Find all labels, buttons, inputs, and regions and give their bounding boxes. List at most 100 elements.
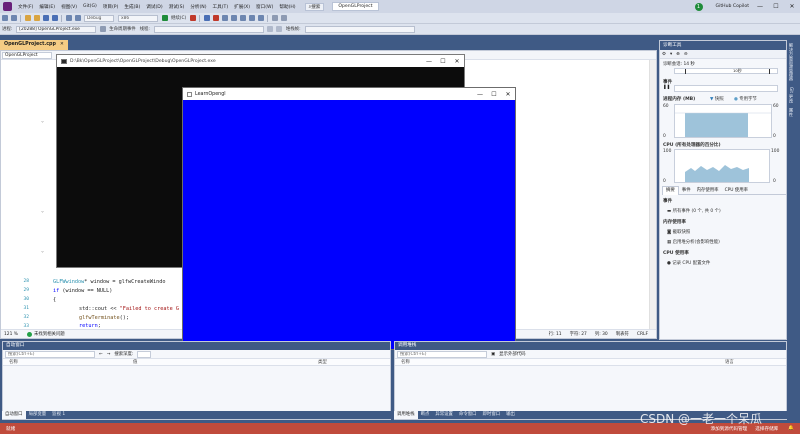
forward-icon[interactable] (10, 15, 17, 21)
lifecycle-events-label[interactable]: 生命周期事件 (107, 26, 137, 32)
menu-debug[interactable]: 调试(D) (143, 4, 165, 10)
take-snapshot-button[interactable]: ◙ 截取快照 (667, 229, 690, 235)
open-file-icon[interactable] (33, 15, 40, 21)
redo-icon[interactable] (74, 15, 81, 21)
menu-extensions[interactable]: 扩展(X) (231, 4, 253, 10)
record-cpu-profile-button[interactable]: ● 记录 CPU 配置文件 (667, 260, 710, 266)
tab-summary[interactable]: 摘要 (662, 186, 679, 195)
search-back-icon[interactable]: ← (97, 352, 105, 357)
restart-icon[interactable] (221, 15, 228, 21)
tab-exception-settings[interactable]: 异常设置 (432, 411, 456, 419)
opengl-title-bar[interactable]: LearnOpengl — ☐ ✕ (183, 88, 515, 100)
tab-locals[interactable]: 局部变量 (26, 411, 50, 419)
tab-cpu-usage[interactable]: CPU 使用率 (722, 187, 752, 195)
flag-icon[interactable] (276, 26, 283, 32)
close-button[interactable]: ✕ (784, 3, 800, 10)
toolbar-extra-icon[interactable] (280, 15, 287, 21)
configuration-dropdown[interactable]: Debug (84, 14, 114, 22)
fold-toggle-icon[interactable]: ⌄ (41, 208, 44, 214)
menu-tools[interactable]: 工具(T) (210, 4, 232, 10)
pause-events-icon[interactable]: ❚❚ (663, 85, 670, 90)
tab-close-icon[interactable]: ✕ (60, 42, 64, 47)
lifecycle-events-icon[interactable] (99, 26, 106, 32)
continue-play-icon[interactable] (161, 15, 168, 21)
solution-explorer-tab[interactable]: 解决方案资源管理器 (788, 40, 794, 84)
tab-openglproject-cpp[interactable]: OpenGLProject.cpp ✕ (0, 40, 68, 50)
console-close-button[interactable]: ✕ (450, 58, 464, 65)
opengl-window[interactable]: LearnOpengl — ☐ ✕ (182, 87, 516, 350)
fire-icon[interactable] (189, 15, 196, 21)
menu-help[interactable]: 帮助(H) (276, 4, 298, 10)
tab-breakpoints[interactable]: 断点 (418, 411, 433, 419)
indent-mode[interactable]: 制表符 (612, 331, 633, 337)
tab-autos[interactable]: 自动窗口 (2, 411, 26, 419)
zoom-out-icon[interactable]: ⊖ (682, 52, 690, 57)
menu-git[interactable]: Git(G) (80, 4, 100, 9)
opengl-render-canvas[interactable] (183, 100, 515, 349)
menu-edit[interactable]: 编辑(E) (36, 4, 58, 10)
menu-test[interactable]: 测试(S) (166, 4, 188, 10)
minimize-button[interactable]: — (752, 3, 768, 10)
zoom-level[interactable]: 121 % (1, 332, 21, 337)
show-external-code-icon[interactable]: ▣ (489, 352, 497, 357)
menu-file[interactable]: 文件(F) (15, 4, 36, 10)
search-forward-icon[interactable]: → (105, 352, 113, 357)
project-scope-dropdown[interactable]: OpenGLProject (2, 51, 52, 59)
thread-dropdown[interactable] (153, 25, 264, 33)
tab-watch-1[interactable]: 监视 1 (49, 411, 68, 419)
fold-toggle-icon[interactable]: ⌄ (41, 118, 44, 124)
column-name[interactable]: 名称 (395, 359, 725, 365)
process-dropdown[interactable]: [20288] OpenGLProject.exe (16, 25, 97, 33)
settings-gear-icon[interactable]: ⚙ (660, 52, 668, 57)
new-item-icon[interactable] (24, 15, 31, 21)
notification-badge[interactable]: 1 (694, 2, 703, 11)
search-box[interactable]: ⌕ 搜索 (304, 2, 325, 11)
undo-icon[interactable] (65, 15, 72, 21)
enable-heap-profiling-button[interactable]: ▦ 启用堆分析(会影响性能) (667, 239, 720, 245)
save-icon[interactable] (42, 15, 49, 21)
save-all-icon[interactable] (51, 15, 58, 21)
pause-icon[interactable] (203, 15, 210, 21)
step-over-icon[interactable] (248, 15, 255, 21)
menu-view[interactable]: 视图(V) (58, 4, 80, 10)
toolbar-extra-icon[interactable] (271, 15, 278, 21)
stop-icon[interactable] (212, 15, 219, 21)
back-icon[interactable] (1, 15, 8, 21)
cpu-graph[interactable] (674, 149, 770, 183)
github-copilot-button[interactable]: GitHub Copilot (713, 4, 752, 9)
column-type[interactable]: 类型 (318, 359, 327, 365)
properties-tab[interactable]: 属性 (788, 105, 794, 119)
git-changes-tab[interactable]: Git 更改 (788, 84, 794, 106)
step-out-icon[interactable] (257, 15, 264, 21)
step-into-icon[interactable] (239, 15, 246, 21)
console-minimize-button[interactable]: — (422, 58, 436, 65)
tab-memory-usage[interactable]: 内存使用率 (694, 187, 722, 195)
fold-toggle-icon[interactable]: ⌄ (41, 248, 44, 254)
column-name[interactable]: 名称 (3, 359, 133, 365)
line-ending[interactable]: CRLF (633, 332, 656, 337)
editor-vertical-scrollbar[interactable] (649, 60, 656, 329)
menu-window[interactable]: 窗口(W) (253, 4, 276, 10)
zoom-in-icon[interactable]: ⊕ (674, 52, 682, 57)
call-stack-search-input[interactable]: 搜索(Ctrl+E) (397, 350, 487, 358)
issues-status[interactable]: 未找到相关问题 (34, 331, 65, 337)
all-events-link[interactable]: ▬ 所有事件 (0 个, 共 0 个) (667, 208, 721, 214)
filter-icon[interactable] (267, 26, 274, 32)
notifications-bell-icon[interactable]: 🔔 (782, 426, 800, 431)
memory-graph[interactable] (674, 104, 772, 138)
tab-output[interactable]: 输出 (503, 411, 518, 419)
console-title-bar[interactable]: D:\Bk\OpenGLProject\OpenGLProject\Debug\… (57, 55, 464, 67)
show-external-code-button[interactable]: 显示外部代码 (497, 351, 527, 357)
opengl-maximize-button[interactable]: ☐ (487, 91, 501, 98)
menu-analyze[interactable]: 分析(N) (187, 4, 209, 10)
menu-project[interactable]: 项目(P) (100, 4, 122, 10)
continue-button[interactable]: 继续(C) (169, 15, 188, 21)
opengl-minimize-button[interactable]: — (473, 91, 487, 98)
show-next-statement-icon[interactable] (230, 15, 237, 21)
column-language[interactable]: 语言 (725, 359, 734, 365)
search-depth-dropdown[interactable] (137, 350, 152, 358)
stack-frame-dropdown[interactable] (304, 25, 415, 33)
opengl-close-button[interactable]: ✕ (501, 91, 515, 98)
timeline-ruler[interactable]: 10秒 (674, 68, 778, 74)
tab-immediate-window[interactable]: 即时窗口 (480, 411, 504, 419)
